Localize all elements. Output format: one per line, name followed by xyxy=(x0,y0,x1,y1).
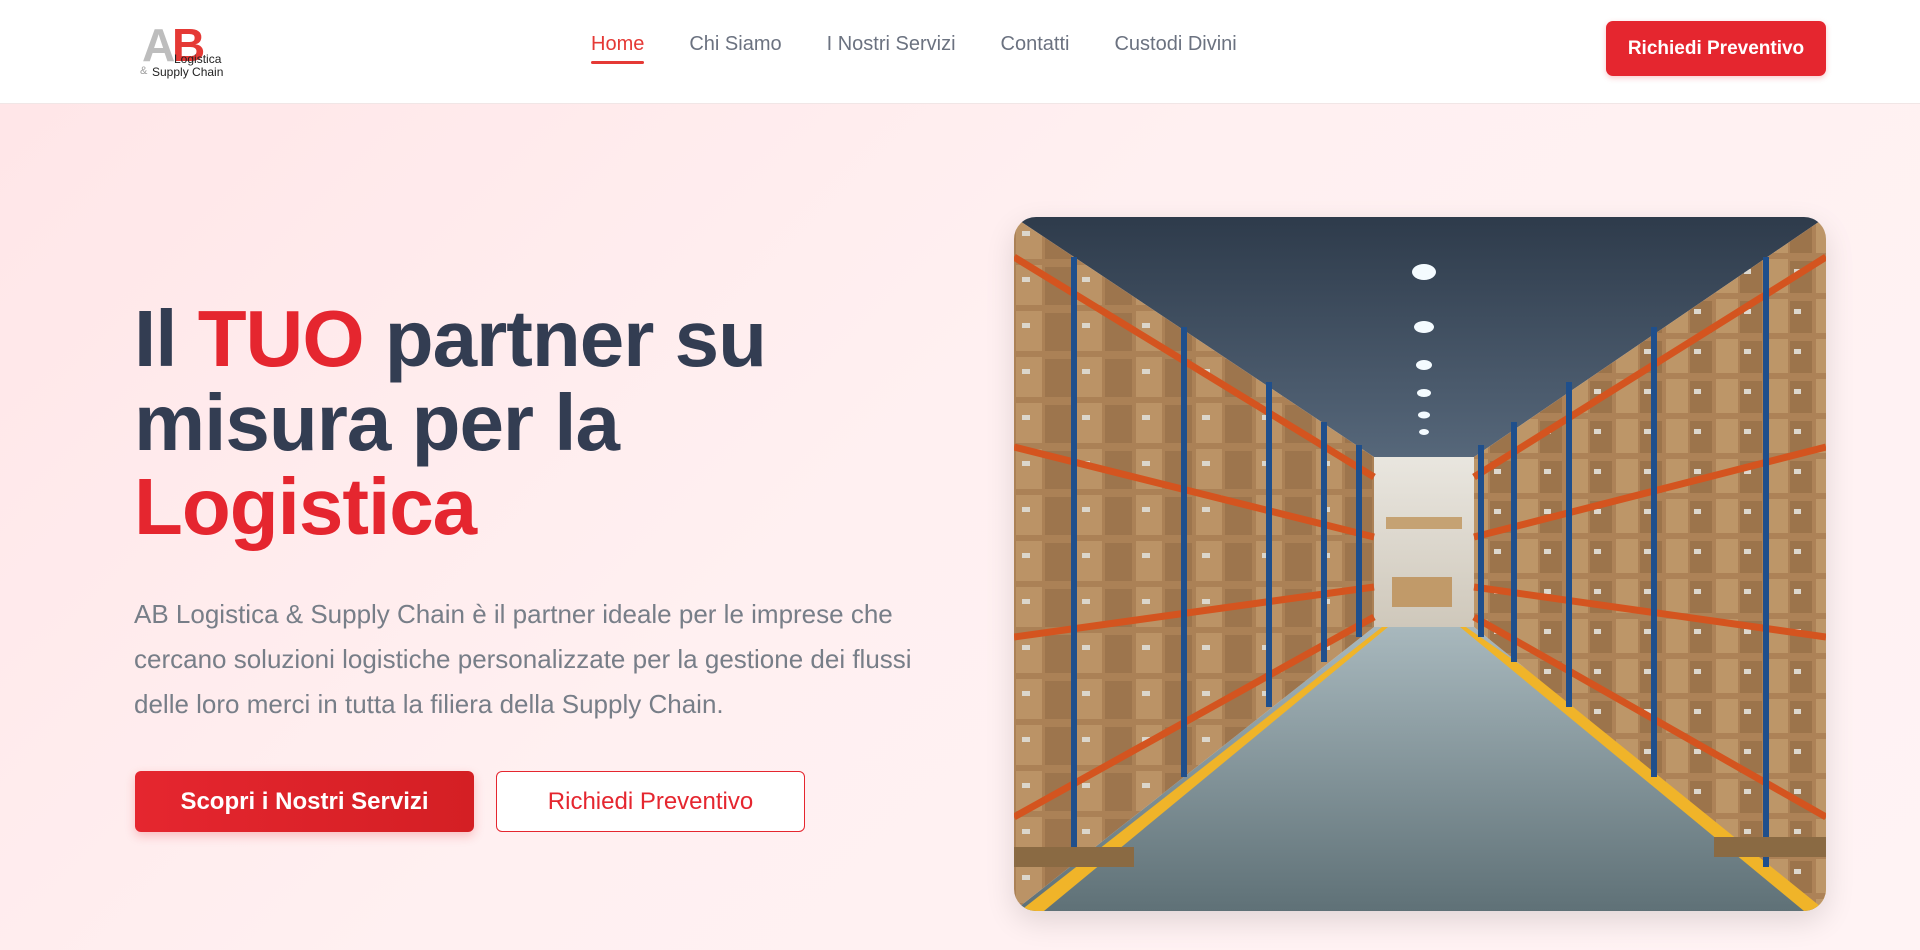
hero-headline: Il TUO partner su misura per la Logistic… xyxy=(134,297,894,549)
request-quote-header-button[interactable]: Richiedi Preventivo xyxy=(1606,21,1826,76)
headline-highlight-logistica: Logistica xyxy=(134,462,477,551)
main-nav: Home Chi Siamo I Nostri Servizi Contatti… xyxy=(591,30,1237,70)
warehouse-image xyxy=(1014,217,1826,911)
request-quote-button[interactable]: Richiedi Preventivo xyxy=(496,771,805,832)
discover-services-button[interactable]: Scopri i Nostri Servizi xyxy=(135,771,474,832)
nav-item-home[interactable]: Home xyxy=(591,30,645,66)
nav-item-custodi-divini[interactable]: Custodi Divini xyxy=(1114,30,1236,66)
logo-ampersand: & xyxy=(140,65,148,77)
brand-logo[interactable]: A B Logistica & Supply Chain xyxy=(140,22,232,80)
logo-text-logistica: Logistica xyxy=(174,52,222,66)
nav-item-servizi[interactable]: I Nostri Servizi xyxy=(827,30,956,66)
warehouse-aisle-illustration xyxy=(1014,217,1826,911)
hero-description: AB Logistica & Supply Chain è il partner… xyxy=(134,599,912,719)
nav-item-contatti[interactable]: Contatti xyxy=(1001,30,1070,66)
nav-item-chi-siamo[interactable]: Chi Siamo xyxy=(689,30,781,66)
headline-highlight-tuo: TUO xyxy=(197,294,365,383)
logo-letter-a: A xyxy=(142,19,176,71)
logo-text-supply-chain: Supply Chain xyxy=(152,65,224,79)
headline-text-1: Il xyxy=(134,294,198,383)
hero-section: Il TUO partner su misura per la Logistic… xyxy=(0,104,1920,950)
site-header: A B Logistica & Supply Chain Home Chi Si… xyxy=(0,0,1920,104)
